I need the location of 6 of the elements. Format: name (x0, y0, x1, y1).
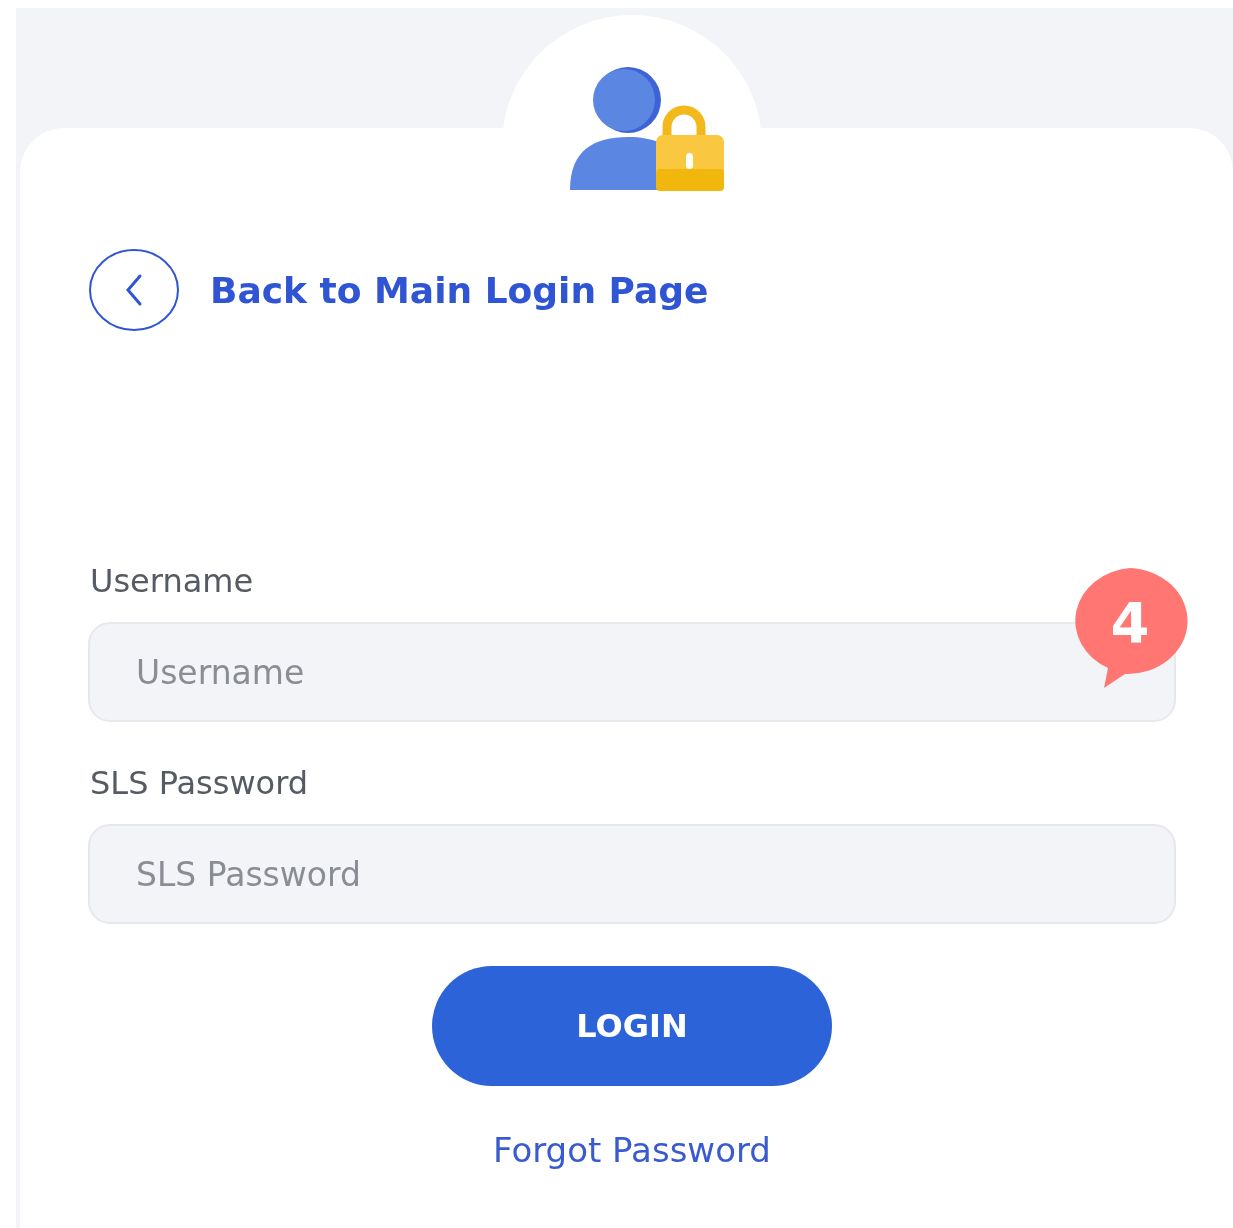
input-field[interactable]: SLS Password (88, 824, 1176, 924)
back-link[interactable]: Back to Main Login Page (88, 248, 709, 332)
field-label: Username (90, 562, 255, 600)
login-button[interactable]: LOGIN (432, 966, 832, 1086)
field-label: SLS Password (90, 764, 310, 802)
forgot-password-link[interactable]: Forgot Password (493, 1130, 771, 1170)
